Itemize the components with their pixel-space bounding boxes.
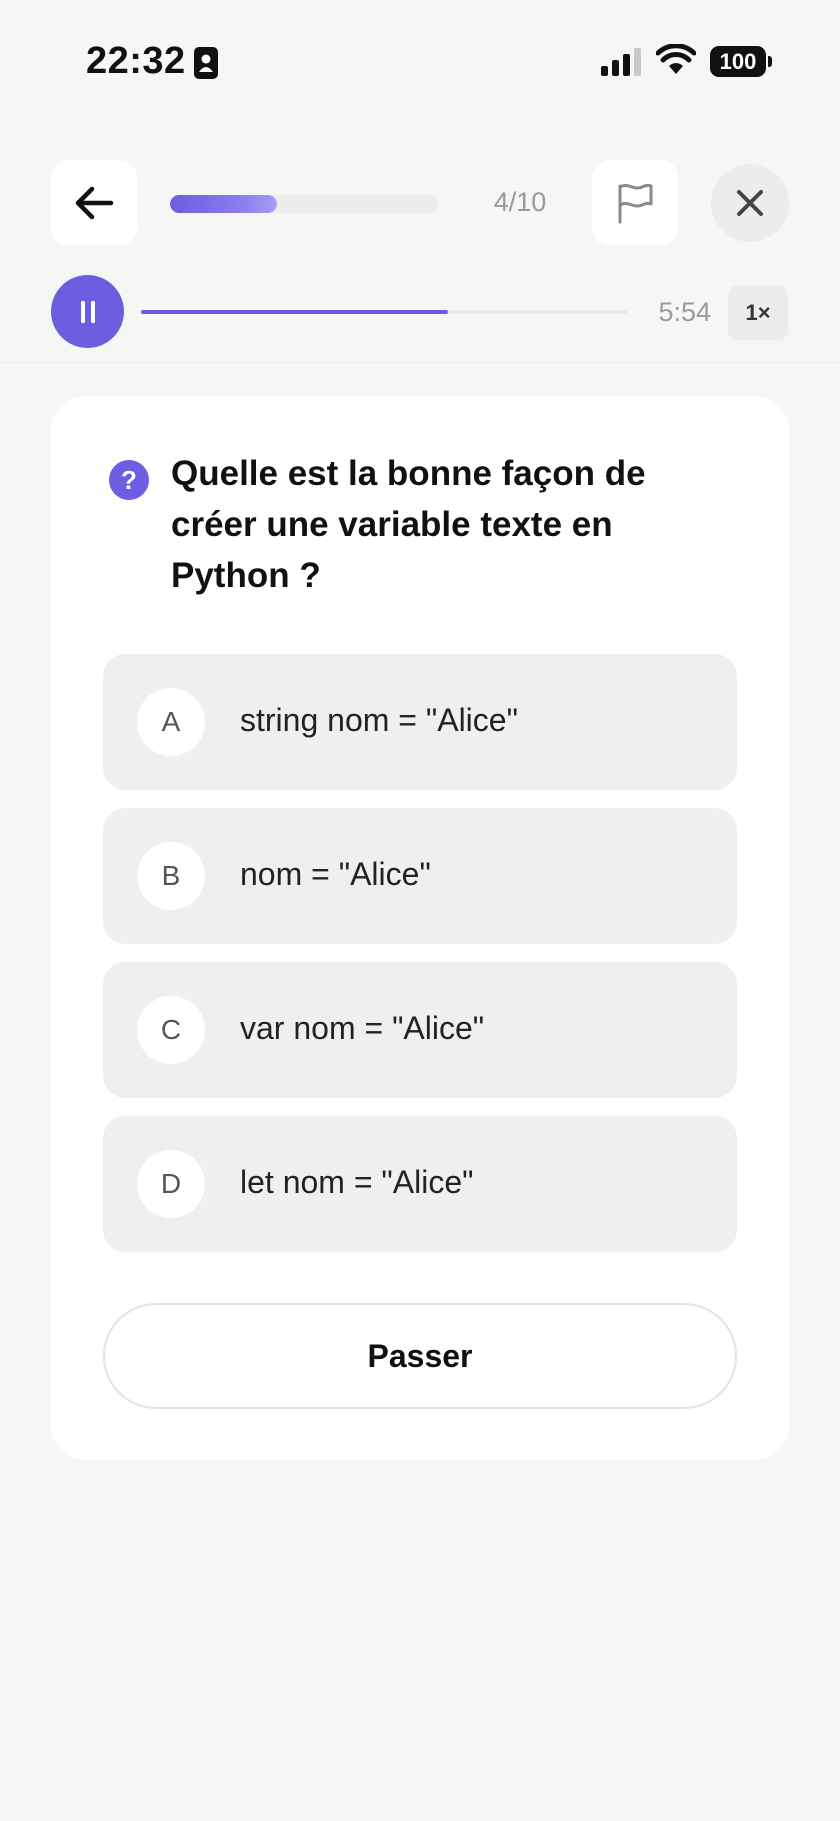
question-text: Quelle est la bonne façon de créer une v… (171, 454, 646, 595)
header-divider (0, 362, 840, 363)
id-card-icon (194, 47, 218, 79)
quiz-header: 4/10 (0, 160, 840, 246)
pause-icon (80, 300, 95, 323)
answer-option-b[interactable]: B nom = "Alice" (103, 808, 737, 944)
answer-option-a[interactable]: A string nom = "Alice" (103, 654, 737, 790)
skip-button[interactable]: Passer (103, 1303, 737, 1409)
close-icon (737, 190, 763, 216)
battery-indicator: 100 (710, 46, 766, 77)
flag-icon (618, 183, 653, 224)
audio-player: 5:54 1× (0, 275, 840, 349)
flag-button[interactable] (592, 160, 678, 246)
answer-option-d[interactable]: D let nom = "Alice" (103, 1116, 737, 1252)
question-card: ? Quelle est la bonne façon de créer une… (51, 396, 789, 1460)
option-letter-badge: C (137, 996, 205, 1064)
option-text: var nom = "Alice" (240, 1010, 485, 1046)
option-letter-badge: A (137, 688, 205, 756)
answer-option-c[interactable]: C var nom = "Alice" (103, 962, 737, 1098)
wifi-icon (656, 44, 696, 74)
quiz-progress-count: 4/10 (493, 187, 547, 217)
quiz-progress-fill (170, 195, 278, 213)
option-text: let nom = "Alice" (240, 1164, 474, 1200)
battery-tip (768, 56, 772, 67)
playback-speed-button[interactable]: 1× (728, 285, 788, 340)
signal-icon (601, 48, 641, 76)
question-mark-icon: ? (109, 460, 149, 500)
close-button[interactable] (711, 164, 789, 242)
status-bar: 22:32 100 (0, 0, 840, 120)
quiz-progress-bar (170, 195, 438, 213)
pause-button[interactable] (51, 275, 124, 348)
status-time: 22:32 (86, 40, 186, 82)
audio-scrubber-fill (141, 310, 448, 314)
option-letter-badge: B (137, 842, 205, 910)
option-text: nom = "Alice" (240, 856, 431, 892)
option-letter-badge: D (137, 1150, 205, 1218)
back-button[interactable] (51, 160, 137, 246)
option-text: string nom = "Alice" (240, 702, 518, 738)
audio-time-remaining: 5:54 (658, 297, 711, 327)
arrow-left-icon (75, 186, 114, 220)
audio-scrubber[interactable] (141, 310, 628, 314)
